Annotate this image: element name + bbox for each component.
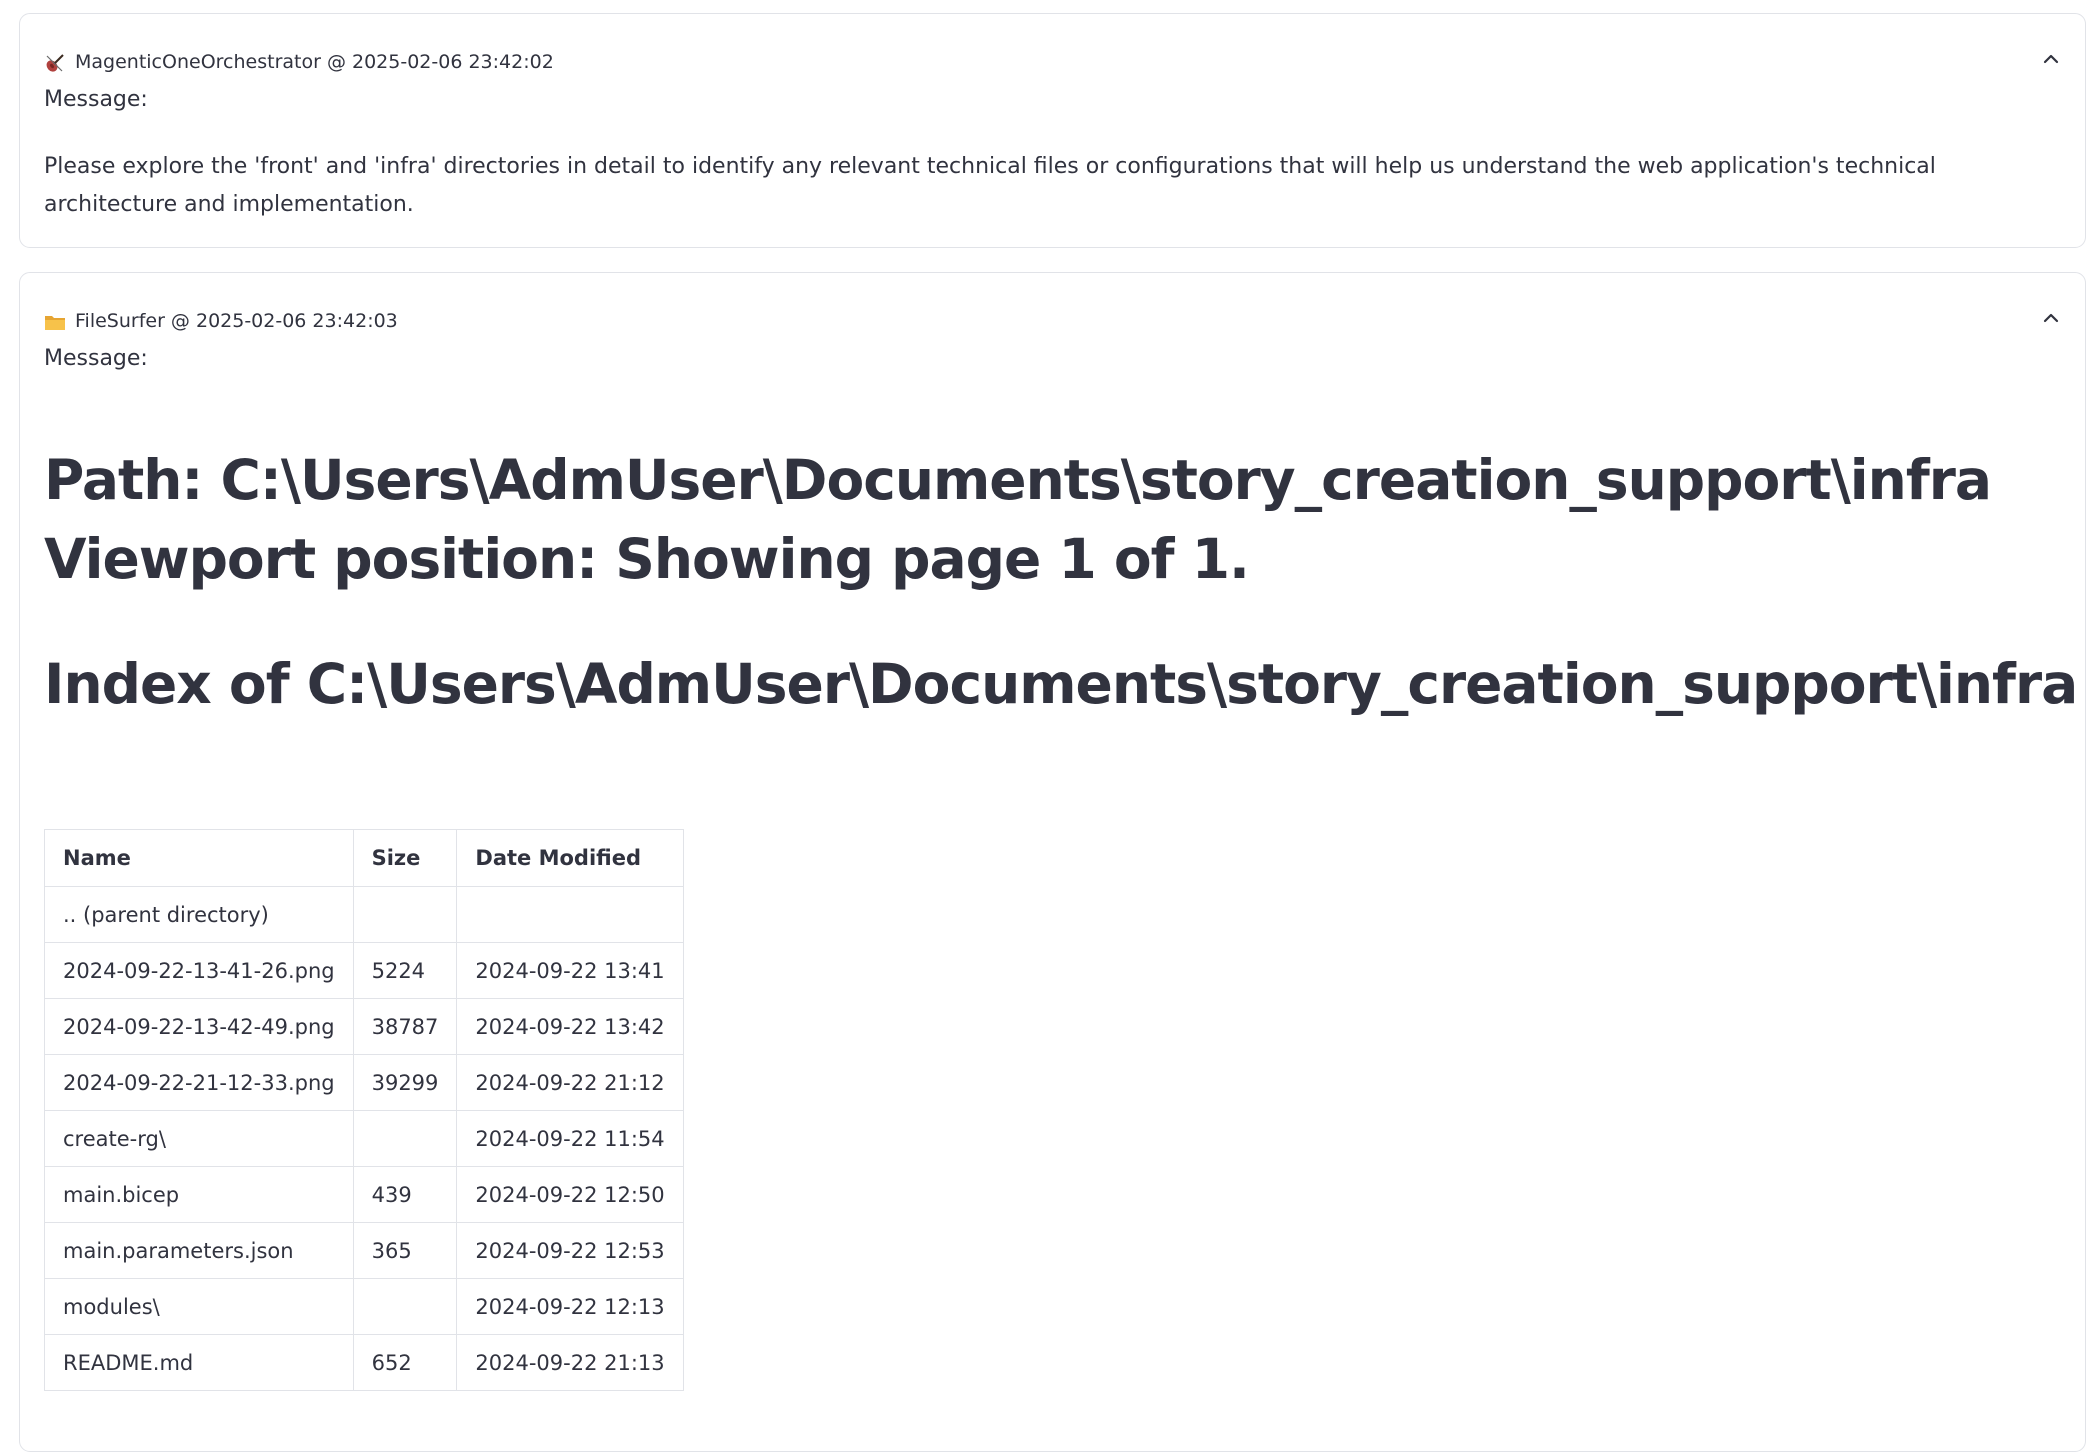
- file-name[interactable]: .. (parent directory): [44, 886, 354, 943]
- file-date: 2024-09-22 12:13: [456, 1278, 684, 1335]
- filesurfer-header-text: FileSurfer @ 2025-02-06 23:42:03: [75, 310, 398, 332]
- filesurfer-message-header[interactable]: FileSurfer @ 2025-02-06 23:42:03: [44, 297, 398, 345]
- file-date: 2024-09-22 12:53: [456, 1222, 684, 1279]
- message-label: Message:: [44, 346, 148, 371]
- table-row[interactable]: main.parameters.json 365 2024-09-22 12:5…: [44, 1222, 684, 1279]
- file-size: 652: [352, 1334, 458, 1391]
- file-size: 439: [352, 1166, 458, 1223]
- file-size: 39299: [352, 1054, 458, 1111]
- file-date: 2024-09-22 13:42: [456, 998, 684, 1055]
- file-date: [456, 886, 684, 943]
- file-name[interactable]: modules\: [44, 1278, 354, 1335]
- file-size: 5224: [352, 942, 458, 999]
- file-name[interactable]: 2024-09-22-13-41-26.png: [44, 942, 354, 999]
- filesurfer-message-expander: FileSurfer @ 2025-02-06 23:42:03 Message…: [19, 272, 2086, 1452]
- orchestrator-header-text: MagenticOneOrchestrator @ 2025-02-06 23:…: [75, 51, 554, 73]
- column-header-size: Size: [352, 829, 458, 887]
- file-name[interactable]: 2024-09-22-21-12-33.png: [44, 1054, 354, 1111]
- file-size: 365: [352, 1222, 458, 1279]
- path-line: Path: C:\Users\AdmUser\Documents\story_c…: [44, 448, 1992, 512]
- file-date: 2024-09-22 13:41: [456, 942, 684, 999]
- viewport-line: Viewport position: Showing page 1 of 1.: [44, 527, 1250, 591]
- message-label: Message:: [44, 87, 148, 112]
- file-name[interactable]: main.bicep: [44, 1166, 354, 1223]
- file-date: 2024-09-22 12:50: [456, 1166, 684, 1223]
- file-date: 2024-09-22 21:13: [456, 1334, 684, 1391]
- table-header-row: Name Size Date Modified: [44, 829, 684, 887]
- table-row[interactable]: 2024-09-22-21-12-33.png 39299 2024-09-22…: [44, 1054, 684, 1111]
- table-row[interactable]: 2024-09-22-13-41-26.png 5224 2024-09-22 …: [44, 942, 684, 999]
- orchestrator-message-text: Please explore the 'front' and 'infra' d…: [44, 154, 1936, 217]
- table-row[interactable]: 2024-09-22-13-42-49.png 38787 2024-09-22…: [44, 998, 684, 1055]
- path-heading: Path: C:\Users\AdmUser\Documents\story_c…: [44, 441, 1992, 599]
- directory-table: Name Size Date Modified .. (parent direc…: [44, 829, 684, 1391]
- file-size: [352, 1278, 458, 1335]
- folder-icon: [44, 311, 66, 333]
- table-row[interactable]: README.md 652 2024-09-22 21:13: [44, 1334, 684, 1391]
- file-name[interactable]: 2024-09-22-13-42-49.png: [44, 998, 354, 1055]
- file-size: [352, 886, 458, 943]
- chevron-up-icon[interactable]: [2039, 306, 2063, 330]
- orchestrator-message-expander: MagenticOneOrchestrator @ 2025-02-06 23:…: [19, 13, 2086, 248]
- file-name[interactable]: main.parameters.json: [44, 1222, 354, 1279]
- file-date: 2024-09-22 11:54: [456, 1110, 684, 1167]
- table-row[interactable]: .. (parent directory): [44, 886, 684, 943]
- table-row[interactable]: modules\ 2024-09-22 12:13: [44, 1278, 684, 1335]
- orchestrator-message-header[interactable]: MagenticOneOrchestrator @ 2025-02-06 23:…: [44, 38, 554, 86]
- violin-icon: [44, 52, 66, 74]
- column-header-name: Name: [44, 829, 354, 887]
- file-name[interactable]: README.md: [44, 1334, 354, 1391]
- file-size: [352, 1110, 458, 1167]
- file-size: 38787: [352, 998, 458, 1055]
- file-name[interactable]: create-rg\: [44, 1110, 354, 1167]
- column-header-date-modified: Date Modified: [456, 829, 684, 887]
- chevron-up-icon[interactable]: [2039, 47, 2063, 71]
- table-row[interactable]: create-rg\ 2024-09-22 11:54: [44, 1110, 684, 1167]
- table-row[interactable]: main.bicep 439 2024-09-22 12:50: [44, 1166, 684, 1223]
- index-heading: Index of C:\Users\AdmUser\Documents\stor…: [44, 652, 2078, 716]
- file-date: 2024-09-22 21:12: [456, 1054, 684, 1111]
